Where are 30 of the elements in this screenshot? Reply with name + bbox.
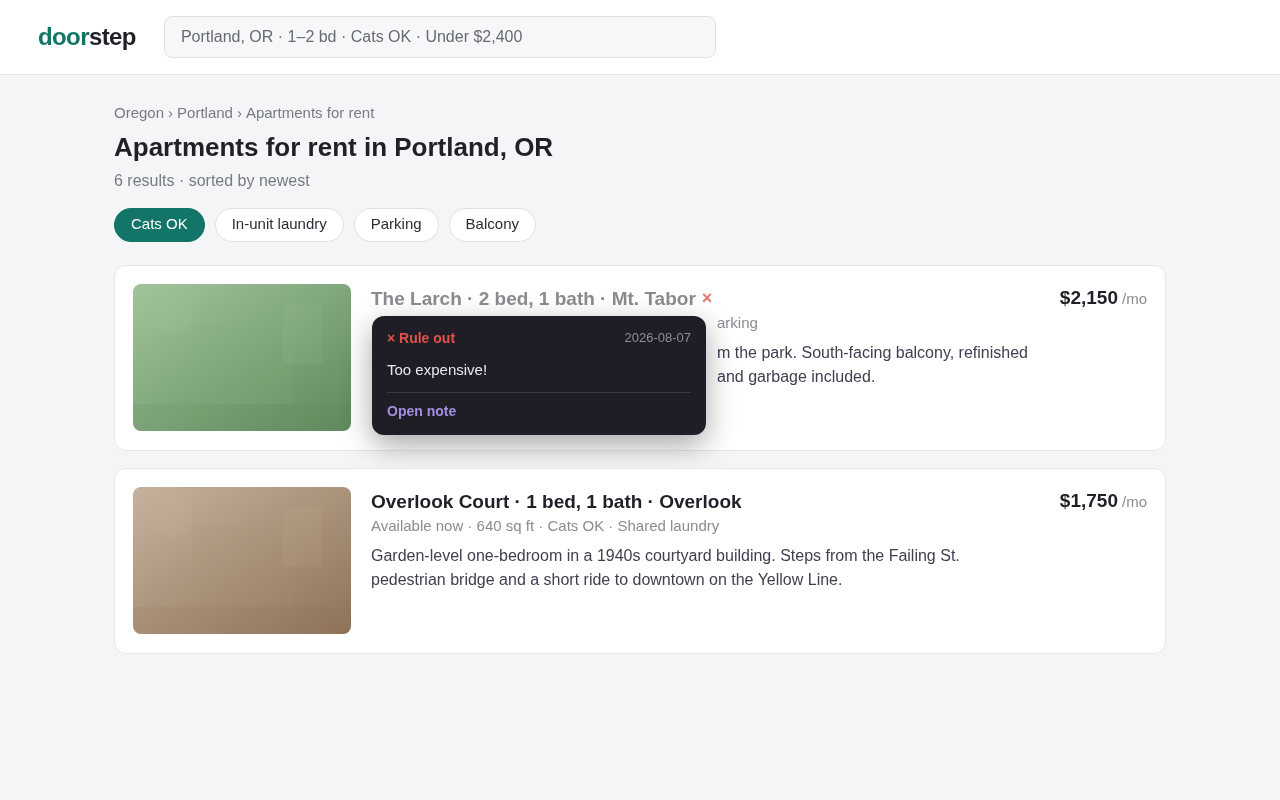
page-title: Apartments for rent in Portland, OR (114, 130, 555, 163)
logo[interactable]: doorstep (38, 19, 136, 55)
breadcrumb-link[interactable]: Portland (177, 102, 233, 125)
filter-chip[interactable]: In-unit laundry (214, 207, 344, 242)
breadcrumb-link[interactable]: Oregon (114, 102, 165, 125)
listing-details: Available now · 640 sq ft · Cats OK · Shared laundry (371, 515, 720, 536)
listing-details: arking (717, 312, 758, 333)
results-summary: 6 results · sorted by newest (114, 170, 311, 191)
ruled-out-mark: × (701, 287, 713, 310)
rule-out-label: × Rule out (387, 328, 456, 348)
note-date: 2026-08-07 (624, 329, 691, 348)
listing-description: and garbage included. (717, 366, 876, 387)
note-text: Too expensive! (387, 358, 691, 393)
price-unit: /mo (1122, 491, 1147, 512)
listing-price: $1,750 (1059, 488, 1118, 513)
filter-chip[interactable]: Balcony (448, 207, 536, 242)
price-unit: /mo (1122, 288, 1147, 309)
listing-price: $2,150 (1059, 285, 1118, 310)
breadcrumb-separator: › (168, 103, 174, 123)
listing-description: Garden-level one-bedroom in a 1940s courtyard building. Steps from the Failing St. (371, 545, 960, 566)
search-field[interactable]: Portland, OR · 1–2 bd · Cats OK · Under $2,400 (163, 16, 716, 58)
open-note-link[interactable]: Open note (387, 401, 457, 422)
listing-description: m the park. South-facing balcony, refinished (717, 342, 1028, 363)
listing-title[interactable]: The Larch · 2 bed, 1 bath · Mt. Tabor (371, 284, 696, 313)
breadcrumb-link[interactable]: Apartments for rent (245, 102, 375, 125)
listing-description: pedestrian bridge and a short ride to downtown on the Yellow Line. (371, 569, 843, 590)
filter-chip[interactable]: Cats OK (114, 207, 205, 242)
breadcrumb-separator: › (236, 103, 242, 123)
filter-chip[interactable]: Parking (353, 207, 439, 242)
listing-title[interactable]: Overlook Court · 1 bed, 1 bath · Overlook (371, 487, 742, 516)
